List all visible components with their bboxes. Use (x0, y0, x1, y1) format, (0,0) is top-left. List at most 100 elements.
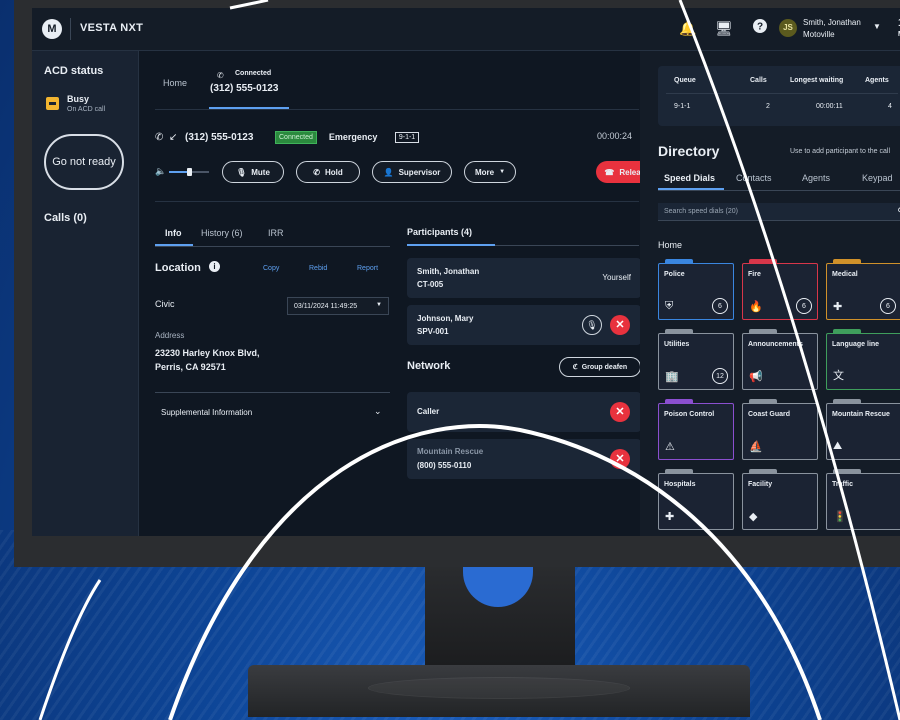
caller-label: Caller (417, 407, 440, 416)
volume-slider[interactable] (169, 168, 209, 176)
supervisor-button[interactable]: 👤 Supervisor (372, 161, 452, 183)
avatar[interactable]: JS (779, 19, 797, 37)
speed-dial-tile[interactable]: Police ⛨ 6 (658, 259, 734, 320)
monitor-bezel: M VESTA NXT 🔔 🖥 ? JS Smith, Jonathan Mot… (14, 0, 900, 567)
remove-network-button[interactable]: ✕ (610, 449, 630, 469)
speed-dial-tile[interactable]: Utilities 🏢 12 (658, 329, 734, 390)
speed-dial-label: Mountain Rescue (832, 411, 890, 418)
user-location: Motoville (803, 30, 835, 39)
monitor-icon[interactable]: 🖥 (714, 18, 734, 38)
speed-dial-tile[interactable]: Fire 🔥 6 (742, 259, 818, 320)
speed-dial-tile[interactable]: Poison Control ⚠ (658, 399, 734, 460)
calls-count: Calls (0) (44, 212, 87, 224)
speed-dial-tile[interactable]: Announcements 📢 (742, 329, 818, 390)
user-menu[interactable]: Smith, Jonathan Motoville (803, 17, 861, 41)
participant-card[interactable]: Smith, Jonathan CT-005 Yourself (407, 258, 641, 298)
participants-tab[interactable]: Participants (4) (407, 227, 472, 237)
rebid-link[interactable]: Rebid (309, 265, 327, 272)
tile-tab (833, 469, 861, 474)
speed-dial-tile[interactable]: Traffic 🚦 (826, 469, 900, 530)
mountain-icon: ⛰ (833, 440, 843, 452)
help-icon[interactable]: ? (750, 18, 770, 38)
volume-knob[interactable] (187, 168, 192, 176)
datetime-select[interactable]: 03/11/2024 11:49:25 ▼ (287, 297, 389, 315)
search-input[interactable]: Search speed dials (20) ⚲ (658, 203, 900, 221)
calls-header: Calls (750, 77, 767, 84)
mute-button[interactable]: 🎙 Mute (222, 161, 284, 183)
volume-fill (169, 171, 189, 173)
tile-tab (665, 399, 693, 404)
tile-tab (749, 329, 777, 334)
phone-hold-icon: ✆ (313, 167, 320, 177)
caret-down-icon: ▼ (499, 169, 506, 175)
longest-waiting-header: Longest waiting (790, 77, 844, 84)
speed-dial-tile[interactable]: Coast Guard ⛵ (742, 399, 818, 460)
remove-caller-button[interactable]: ✕ (610, 402, 630, 422)
speed-dial-label: Police (664, 271, 685, 278)
directory-hint: Use to add participant to the call (790, 148, 891, 155)
app-name: VESTA NXT (80, 22, 144, 34)
speed-dial-tile[interactable]: Hospitals ✚ (658, 469, 734, 530)
acd-status-sub: On ACD call (67, 106, 106, 113)
cross-icon: ✚ (833, 301, 843, 313)
queue-cell: 9-1-1 (674, 103, 691, 110)
translate-icon: 文 (833, 370, 844, 382)
traffic-icon: 🚦 (833, 511, 847, 523)
address-line-2: Perris, CA 92571 (155, 362, 226, 372)
tab-keypad[interactable]: Keypad (862, 173, 893, 183)
speed-dial-count: 6 (712, 298, 728, 314)
tab-info[interactable]: Info (165, 228, 182, 238)
speed-dial-count: 12 (712, 368, 728, 384)
longest-waiting-cell: 00:00:11 (816, 103, 843, 110)
speed-dial-label: Traffic (832, 481, 854, 488)
tile-tab (749, 469, 777, 474)
more-button[interactable]: More ▼ (464, 161, 516, 183)
tab-speed-dials[interactable]: Speed Dials (664, 173, 715, 183)
go-not-ready-button[interactable]: Go not ready (44, 134, 124, 190)
bell-icon[interactable]: 🔔 (678, 18, 698, 38)
info-diamond-icon: ◆ (749, 511, 758, 523)
tab-connected-call[interactable]: ✆ Connected (312) 555-0123 (209, 67, 289, 109)
call-timer: 00:00:24 (597, 131, 633, 141)
calls-cell: 2 (766, 103, 770, 110)
tab-agents[interactable]: Agents (802, 173, 830, 183)
mic-icon[interactable]: 🎙 (582, 315, 602, 335)
divider (666, 93, 898, 94)
tab-connected-label: Connected (235, 70, 272, 77)
civic-label: Civic (155, 299, 175, 309)
speed-dial-tile[interactable]: Mountain Rescue ⛰ (826, 399, 900, 460)
tile-tab (749, 399, 777, 404)
active-tab-indicator (155, 244, 193, 246)
speed-dial-tile[interactable]: Language line 文 (826, 329, 900, 390)
hospital-icon: ✚ (665, 511, 675, 523)
info-icon[interactable]: i (209, 261, 220, 272)
svg-text:?: ? (757, 22, 763, 33)
search-placeholder: Search speed dials (20) (664, 208, 738, 215)
tab-history[interactable]: History (6) (201, 228, 243, 238)
participant-card[interactable]: Johnson, Mary SPV-001 🎙 ✕ (407, 305, 641, 345)
report-link[interactable]: Report (357, 265, 378, 272)
speed-dial-tile[interactable]: Medical ✚ 6 (826, 259, 900, 320)
address-line-1: 23230 Harley Knox Blvd, (155, 348, 260, 358)
network-caller-card[interactable]: Caller ✕ (407, 392, 641, 432)
speed-dial-home-label: Home (658, 240, 683, 250)
supplemental-info-toggle[interactable]: Supplemental Information (161, 408, 252, 417)
tab-home[interactable]: Home (163, 78, 187, 88)
tab-contacts[interactable]: Contacts (736, 173, 772, 183)
tab-irr[interactable]: IRR (268, 228, 284, 238)
tile-tab (833, 259, 861, 264)
chevron-down-icon[interactable]: ▼ (873, 22, 881, 31)
shield-icon: ⛨ (665, 300, 674, 312)
group-deafen-button[interactable]: ℭ Group deafen (559, 357, 641, 377)
network-title: Network (407, 360, 451, 372)
speed-dial-tile[interactable]: Facility ◆ (742, 469, 818, 530)
network-mountain-rescue-card[interactable]: Mountain Rescue (800) 555-0110 ✕ (407, 439, 641, 479)
hold-button[interactable]: ✆ Hold (296, 161, 360, 183)
remove-participant-button[interactable]: ✕ (610, 315, 630, 335)
participant-id: CT-005 (417, 280, 444, 289)
chevron-down-icon[interactable]: ⌄ (374, 406, 382, 417)
copy-link[interactable]: Copy (263, 265, 279, 272)
ear-icon: ℭ (572, 364, 578, 371)
info-tabs: Info History (6) IRR (155, 226, 390, 247)
tile-tab (665, 259, 693, 264)
